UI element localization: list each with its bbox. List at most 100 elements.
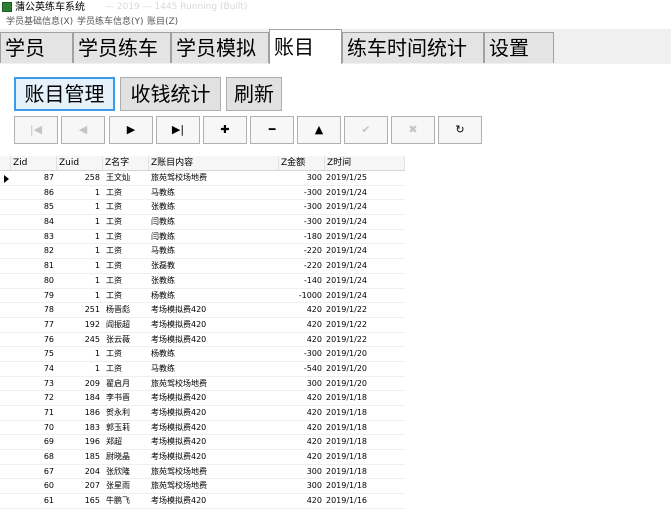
cell-zname[interactable]: 张星雨	[106, 479, 149, 493]
col-header-zuid[interactable]: Zuid	[57, 156, 103, 170]
cell-zcontent[interactable]: 杨教练	[151, 289, 279, 303]
cell-zid[interactable]: 67	[11, 465, 54, 479]
cell-zuid[interactable]: 1	[57, 186, 100, 200]
cell-zuid[interactable]: 1	[57, 215, 100, 229]
cell-zcontent[interactable]: 张教练	[151, 274, 279, 288]
cell-zid[interactable]: 84	[11, 215, 54, 229]
col-header-zid[interactable]: Zid	[11, 156, 57, 170]
cell-zuid[interactable]: 186	[57, 406, 100, 420]
table-row[interactable]: 72 184 李书晋 考场模拟费420 420 2019/1/18	[0, 391, 405, 406]
cell-zuid[interactable]: 1	[57, 362, 100, 376]
cell-ztime[interactable]: 2019/1/24	[326, 259, 404, 273]
cell-zid[interactable]: 60	[11, 479, 54, 493]
cell-zid[interactable]: 78	[11, 303, 54, 317]
cell-zcontent[interactable]: 马教练	[151, 362, 279, 376]
cell-ztime[interactable]: 2019/1/18	[326, 391, 404, 405]
cell-zcontent[interactable]: 旅苑驾校场地费	[151, 479, 279, 493]
table-row[interactable]: 77 192 阎振超 考场模拟费420 420 2019/1/22	[0, 318, 405, 333]
cell-zid[interactable]: 81	[11, 259, 54, 273]
cell-ztime[interactable]: 2019/1/20	[326, 362, 404, 376]
cell-zamount[interactable]: -180	[279, 230, 322, 244]
cell-zcontent[interactable]: 马教练	[151, 186, 279, 200]
cell-zname[interactable]: 工资	[106, 259, 149, 273]
cell-zamount[interactable]: 300	[279, 171, 322, 185]
cell-zamount[interactable]: -140	[279, 274, 322, 288]
cell-zuid[interactable]: 1	[57, 289, 100, 303]
cell-zid[interactable]: 75	[11, 347, 54, 361]
cell-zamount[interactable]: 420	[279, 318, 322, 332]
cell-zamount[interactable]: -300	[279, 347, 322, 361]
table-row[interactable]: 87 258 王文灿 旅苑驾校场地费 300 2019/1/25	[0, 171, 405, 186]
cell-zid[interactable]: 82	[11, 244, 54, 258]
cell-ztime[interactable]: 2019/1/18	[326, 465, 404, 479]
cell-zid[interactable]: 68	[11, 450, 54, 464]
nav-refresh-icon[interactable]: ↻	[438, 116, 482, 144]
cell-zuid[interactable]: 1	[57, 347, 100, 361]
cell-zamount[interactable]: 420	[279, 333, 322, 347]
cell-ztime[interactable]: 2019/1/18	[326, 435, 404, 449]
table-row[interactable]: 60 207 张星雨 旅苑驾校场地费 300 2019/1/18	[0, 479, 405, 495]
cell-zuid[interactable]: 258	[57, 171, 100, 185]
cell-zname[interactable]: 王文灿	[106, 171, 149, 185]
cell-ztime[interactable]: 2019/1/24	[326, 215, 404, 229]
cell-zcontent[interactable]: 考场模拟费420	[151, 494, 279, 508]
cell-ztime[interactable]: 2019/1/22	[326, 303, 404, 317]
cell-zname[interactable]: 翟启月	[106, 377, 149, 391]
cell-zamount[interactable]: -1000	[279, 289, 322, 303]
cell-ztime[interactable]: 2019/1/24	[326, 230, 404, 244]
cell-zid[interactable]: 79	[11, 289, 54, 303]
cell-zname[interactable]: 牛鹏飞	[106, 494, 149, 508]
table-row[interactable]: 81 1 工资 张磊教 -220 2019/1/24	[0, 259, 405, 274]
cell-zcontent[interactable]: 马教练	[151, 244, 279, 258]
table-row[interactable]: 82 1 工资 马教练 -220 2019/1/24	[0, 244, 405, 260]
cell-zamount[interactable]: -220	[279, 259, 322, 273]
cell-zamount[interactable]: 420	[279, 450, 322, 464]
nav-cancel-icon[interactable]: ✖	[391, 116, 435, 144]
tab-student-simulation[interactable]: 学员模拟	[171, 32, 269, 63]
cell-zamount[interactable]: -220	[279, 244, 322, 258]
cell-zuid[interactable]: 184	[57, 391, 100, 405]
cell-zcontent[interactable]: 考场模拟费420	[151, 318, 279, 332]
cell-zid[interactable]: 77	[11, 318, 54, 332]
table-row[interactable]: 86 1 工资 马教练 -300 2019/1/24	[0, 186, 405, 201]
cell-zname[interactable]: 工资	[106, 186, 149, 200]
cell-ztime[interactable]: 2019/1/16	[326, 494, 404, 508]
table-row[interactable]: 79 1 工资 杨教练 -1000 2019/1/24	[0, 289, 405, 304]
nav-prior-icon[interactable]: ◀	[61, 116, 105, 144]
cell-zcontent[interactable]: 考场模拟费420	[151, 450, 279, 464]
cell-ztime[interactable]: 2019/1/24	[326, 200, 404, 214]
table-row[interactable]: 69 196 郑超 考场模拟费420 420 2019/1/18	[0, 435, 405, 451]
cell-zname[interactable]: 工资	[106, 230, 149, 244]
cell-ztime[interactable]: 2019/1/18	[326, 421, 404, 435]
income-stats-button[interactable]: 收钱统计	[120, 77, 221, 111]
cell-ztime[interactable]: 2019/1/24	[326, 289, 404, 303]
cell-zcontent[interactable]: 考场模拟费420	[151, 391, 279, 405]
nav-last-icon[interactable]: ▶|	[156, 116, 200, 144]
cell-zuid[interactable]: 196	[57, 435, 100, 449]
cell-zname[interactable]: 工资	[106, 200, 149, 214]
cell-ztime[interactable]: 2019/1/20	[326, 377, 404, 391]
cell-zuid[interactable]: 1	[57, 259, 100, 273]
cell-zamount[interactable]: 420	[279, 303, 322, 317]
cell-zuid[interactable]: 185	[57, 450, 100, 464]
cell-zuid[interactable]: 1	[57, 200, 100, 214]
cell-zname[interactable]: 工资	[106, 347, 149, 361]
table-row[interactable]: 75 1 工资 杨教练 -300 2019/1/20	[0, 347, 405, 362]
table-row[interactable]: 76 245 张云薇 考场模拟费420 420 2019/1/22	[0, 333, 405, 348]
cell-zid[interactable]: 86	[11, 186, 54, 200]
nav-first-icon[interactable]: |◀	[14, 116, 58, 144]
table-row[interactable]: 71 186 贺永利 考场模拟费420 420 2019/1/18	[0, 406, 405, 421]
cell-zname[interactable]: 郭玉莉	[106, 421, 149, 435]
cell-zcontent[interactable]: 考场模拟费420	[151, 406, 279, 420]
cell-ztime[interactable]: 2019/1/22	[326, 333, 404, 347]
tab-accounts[interactable]: 账目	[269, 29, 342, 64]
cell-zcontent[interactable]: 杨教练	[151, 347, 279, 361]
menu-student-info[interactable]: 学员基础信息(X)	[6, 15, 73, 29]
table-row[interactable]: 73 209 翟启月 旅苑驾校场地费 300 2019/1/20	[0, 377, 405, 392]
cell-zname[interactable]: 阎振超	[106, 318, 149, 332]
refresh-button[interactable]: 刷新	[226, 77, 282, 111]
tab-student-practice[interactable]: 学员练车	[73, 32, 171, 63]
cell-zname[interactable]: 杨晋彪	[106, 303, 149, 317]
cell-zcontent[interactable]: 闫教练	[151, 230, 279, 244]
table-row[interactable]: 74 1 工资 马教练 -540 2019/1/20	[0, 362, 405, 377]
